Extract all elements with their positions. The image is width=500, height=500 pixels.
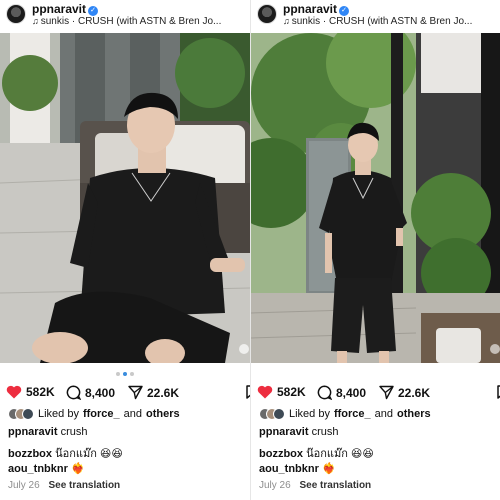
username-link[interactable]: ppnaravit ✓ [32, 2, 99, 16]
comment: aou_tnbknr ❤️‍🔥 [8, 462, 85, 475]
post-meta: July 26 See translation [259, 480, 371, 491]
username-link[interactable]: ppnaravit ✓ [283, 2, 350, 16]
verified-badge-icon: ✓ [88, 6, 99, 16]
verified-badge-icon: ✓ [339, 6, 350, 16]
comment-user[interactable]: aou_tnbknr [259, 463, 319, 475]
like-button[interactable]: 582K [6, 385, 55, 399]
comment-text: ❤️‍🔥 [321, 463, 336, 475]
comment-button[interactable]: 8,400 [317, 385, 366, 400]
like-count: 582K [277, 385, 306, 399]
share-icon [128, 385, 143, 400]
liked-by-prefix: Liked by [289, 408, 330, 420]
liker-avatars [259, 408, 285, 420]
post-header: ppnaravit ✓ ♫ sunkis · CRUSH (with ASTN & … [0, 0, 250, 33]
comment: aou_tnbknr ❤️‍🔥 [259, 462, 336, 475]
avatar[interactable] [257, 4, 277, 24]
share-icon [379, 385, 394, 400]
carousel-dots [0, 372, 250, 376]
music-track[interactable]: ♫ sunkis · CRUSH (with ASTN & Bren Jo... [283, 16, 498, 27]
caption: ppnaravit crush [259, 426, 338, 438]
caption-text: crush [60, 426, 88, 438]
share-count: 22.6K [398, 385, 431, 400]
liked-by[interactable]: Liked by fforce_ and others [259, 408, 431, 420]
heart-icon [6, 385, 22, 399]
music-title[interactable]: sunkis · CRUSH (with ASTN & Bren Jo... [41, 16, 222, 27]
like-count: 582K [26, 385, 55, 399]
music-title[interactable]: sunkis · CRUSH (with ASTN & Bren Jo... [292, 16, 473, 27]
comment-user[interactable]: aou_tnbknr [8, 463, 68, 475]
liked-by-others[interactable]: others [397, 408, 431, 420]
liked-by[interactable]: Liked by fforce_ and others [8, 408, 180, 420]
comment: bozzbox น๊อกแม๊ก 😆😆 [259, 444, 374, 462]
like-button[interactable]: 582K [257, 385, 306, 399]
comment-button[interactable]: 8,400 [66, 385, 115, 400]
caption: ppnaravit crush [8, 426, 87, 438]
comment: bozzbox น๊อกแม๊ก 😆😆 [8, 444, 123, 462]
photo-image [251, 33, 500, 363]
post-meta: July 26 See translation [8, 480, 120, 491]
comment-text: น๊อกแม๊ก 😆😆 [55, 448, 123, 460]
comment-user[interactable]: bozzbox [259, 448, 303, 460]
comment-icon [317, 385, 332, 400]
comment-user[interactable]: bozzbox [8, 448, 52, 460]
liked-by-and: and [123, 408, 143, 420]
liked-by-others[interactable]: others [146, 408, 180, 420]
carousel-dot [116, 372, 120, 376]
comment-text: น๊อกแม๊ก 😆😆 [306, 448, 374, 460]
caption-user[interactable]: ppnaravit [8, 426, 58, 438]
comment-text: ❤️‍🔥 [70, 463, 85, 475]
username[interactable]: ppnaravit [283, 2, 337, 16]
carousel-dot-active [123, 372, 127, 376]
music-note-icon: ♫ [32, 16, 39, 26]
username[interactable]: ppnaravit [32, 2, 86, 16]
post-date: July 26 [8, 480, 40, 491]
photo-image [0, 33, 250, 363]
caption-user[interactable]: ppnaravit [259, 426, 309, 438]
share-button[interactable]: 22.6K [128, 385, 179, 400]
carousel-dot [130, 372, 134, 376]
post-left: ppnaravit ✓ ♫ sunkis · CRUSH (with ASTN & … [0, 0, 250, 500]
comment-count: 8,400 [336, 385, 367, 400]
liked-by-user[interactable]: fforce_ [83, 408, 120, 420]
caption-text: crush [311, 426, 339, 438]
share-button[interactable]: 22.6K [379, 385, 430, 400]
see-translation-link[interactable]: See translation [299, 480, 371, 491]
liked-by-user[interactable]: fforce_ [334, 408, 371, 420]
post-date: July 26 [259, 480, 291, 491]
music-track[interactable]: ♫ sunkis · CRUSH (with ASTN & Bren Jo... [32, 16, 247, 27]
post-right: ppnaravit ✓ ♫ sunkis · CRUSH (with ASTN & … [251, 0, 500, 500]
liker-avatars [8, 408, 34, 420]
liked-by-prefix: Liked by [38, 408, 79, 420]
comment-count: 8,400 [85, 385, 116, 400]
heart-icon [257, 385, 273, 399]
post-header: ppnaravit ✓ ♫ sunkis · CRUSH (with ASTN & … [251, 0, 500, 33]
action-bar: 582K 8,400 22.6K [6, 385, 250, 401]
avatar[interactable] [6, 4, 26, 24]
music-note-icon: ♫ [283, 16, 290, 26]
action-bar: 582K 8,400 22.6K [257, 385, 500, 401]
post-photo[interactable] [0, 33, 250, 363]
see-translation-link[interactable]: See translation [48, 480, 120, 491]
share-count: 22.6K [147, 385, 180, 400]
liked-by-and: and [374, 408, 394, 420]
comment-icon [66, 385, 81, 400]
post-photo[interactable] [251, 33, 500, 363]
